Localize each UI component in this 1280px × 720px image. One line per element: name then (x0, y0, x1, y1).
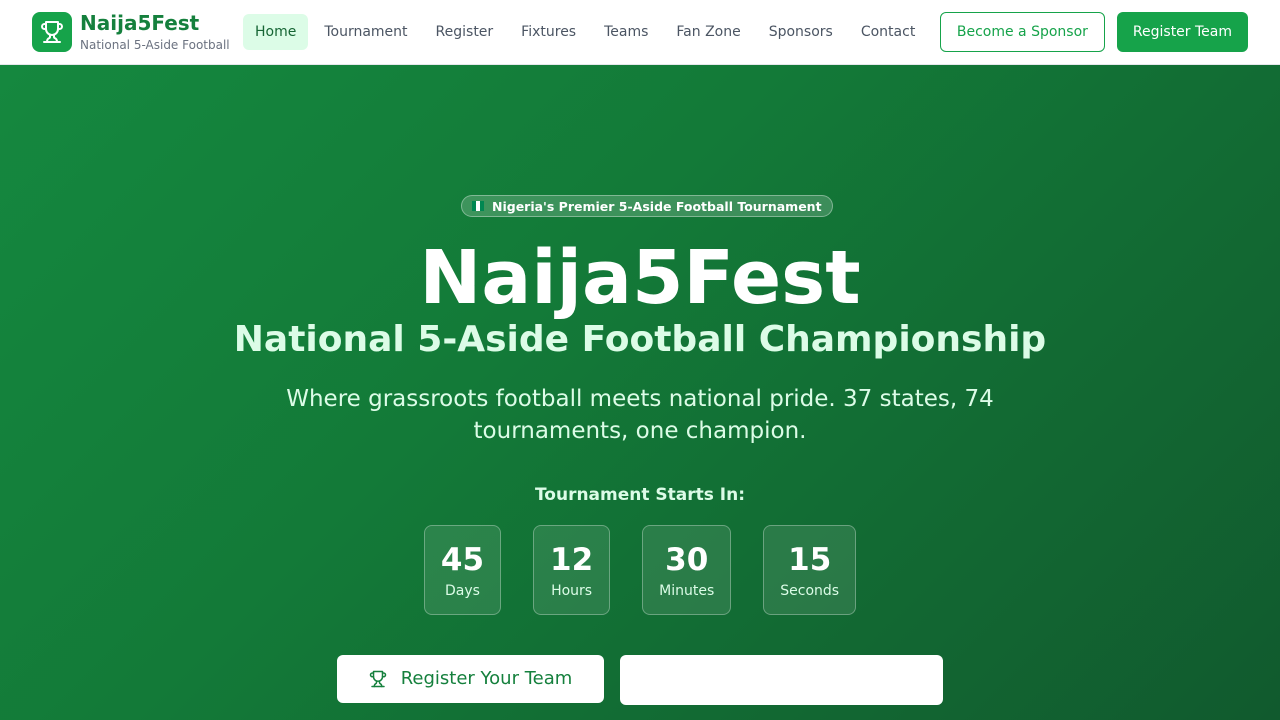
nigeria-flag-icon (472, 201, 484, 211)
register-your-team-button[interactable]: Register Your Team (337, 655, 604, 703)
trophy-icon (369, 670, 387, 688)
countdown-value: 30 (665, 542, 709, 578)
nav-tournament[interactable]: Tournament (312, 14, 419, 50)
brand-name: Naija5Fest (80, 11, 200, 35)
main-nav: Home Tournament Register Fixtures Teams … (243, 14, 931, 50)
countdown-value: 15 (788, 542, 832, 578)
hero-title: Naija5Fest (419, 235, 861, 321)
countdown-value: 45 (440, 542, 485, 578)
nav-register[interactable]: Register (424, 14, 506, 50)
nav-home[interactable]: Home (243, 14, 309, 50)
header-actions: Become a Sponsor Register Team (939, 12, 1248, 52)
countdown-unit: Days (444, 583, 480, 599)
become-sponsor-button[interactable]: Become a Sponsor (939, 12, 1105, 52)
secondary-cta-button[interactable] (620, 655, 943, 705)
countdown-unit: Minutes (659, 583, 715, 599)
hero-section: Nigeria's Premier 5-Aside Football Tourn… (0, 65, 1280, 720)
countdown-hours: 12 Hours (533, 525, 611, 615)
hero-badge: Nigeria's Premier 5-Aside Football Tourn… (461, 195, 833, 217)
site-header: Naija5Fest National 5-Aside Football Hom… (0, 0, 1280, 65)
nav-fan-zone[interactable]: Fan Zone (664, 14, 752, 50)
register-your-team-label: Register Your Team (400, 668, 573, 689)
countdown-minutes: 30 Minutes (642, 525, 732, 615)
countdown-seconds: 15 Seconds (763, 525, 857, 615)
nav-teams[interactable]: Teams (592, 14, 660, 50)
trophy-icon (32, 12, 72, 52)
countdown-unit: Hours (551, 583, 593, 599)
countdown-timer: 45 Days 12 Hours 30 Minutes 15 Seconds (0, 525, 1280, 615)
hero-subtitle: National 5-Aside Football Championship (233, 319, 1047, 360)
countdown-days: 45 Days (423, 525, 502, 615)
register-team-button[interactable]: Register Team (1116, 12, 1248, 52)
nav-sponsors[interactable]: Sponsors (757, 14, 845, 50)
nav-fixtures[interactable]: Fixtures (509, 14, 588, 50)
countdown-value: 12 (550, 542, 594, 578)
nav-contact[interactable]: Contact (849, 14, 927, 50)
countdown-label: Tournament Starts In: (534, 485, 746, 505)
brand-logo-link[interactable]: Naija5Fest National 5-Aside Football (32, 11, 243, 53)
hero-badge-label: Nigeria's Premier 5-Aside Football Tourn… (492, 198, 822, 214)
hero-description: Where grassroots football meets national… (286, 386, 994, 444)
brand-tagline: National 5-Aside Football (80, 38, 230, 52)
countdown-unit: Seconds (780, 583, 840, 599)
